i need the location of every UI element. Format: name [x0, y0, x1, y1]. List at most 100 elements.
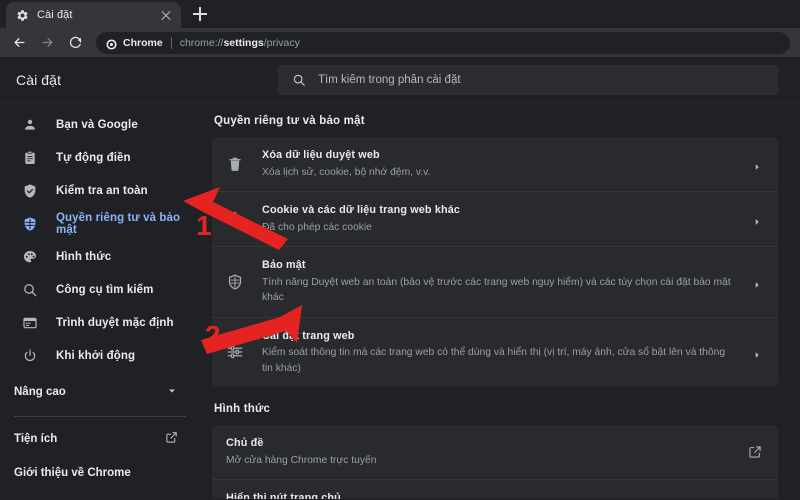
row-subtitle: Tính năng Duyệt web an toàn (bảo vệ trướ…: [262, 276, 731, 304]
row-show-home-button[interactable]: Hiển thị nút trang chủ Đã tắt: [212, 480, 778, 499]
sidebar-item-label: Công cụ tìm kiếm: [56, 284, 154, 296]
row-text: Cài đặt trang web Kiểm soát thông tin mà…: [262, 329, 738, 377]
shield-icon: [226, 273, 244, 291]
chevron-down-icon: [166, 385, 178, 400]
tab-settings[interactable]: Cài đặt: [6, 2, 181, 28]
sidebar-item-autofill[interactable]: Tự động điền: [0, 144, 200, 172]
sidebar-item-search-engine[interactable]: Công cụ tìm kiếm: [0, 276, 200, 304]
page-title: Cài đặt: [16, 71, 62, 88]
browser-window: Cài đặt Chrome chrome://settings/privacy…: [0, 0, 800, 500]
sidebar-item-label: Bạn và Google: [56, 119, 138, 131]
chevron-right-icon: [752, 159, 762, 170]
row-text: Xóa dữ liệu duyệt web Xóa lịch sử, cooki…: [262, 148, 738, 180]
omnibox-url: chrome://settings/privacy: [180, 37, 300, 49]
settings-main: Quyền riêng tư và bảo mật Xóa dữ liệu du…: [200, 103, 800, 499]
reload-icon: [68, 35, 83, 50]
arrow-right-icon: [40, 35, 55, 50]
trash-icon: [226, 155, 244, 173]
url-prefix: chrome://: [179, 36, 224, 49]
browser-window-icon: [22, 315, 38, 331]
search-icon: [292, 73, 306, 87]
sidebar-item-you-and-google[interactable]: Bạn và Google: [0, 111, 200, 139]
new-tab-button[interactable]: [187, 1, 213, 27]
gear-icon: [16, 9, 29, 22]
url-suffix: /privacy: [263, 36, 300, 49]
chevron-right-icon: [752, 214, 762, 226]
settings-search[interactable]: [278, 64, 778, 95]
sidebar-item-safety-check[interactable]: Kiểm tra an toàn: [0, 177, 200, 205]
chevron-right-icon: [752, 277, 762, 288]
row-site-settings[interactable]: Cài đặt trang web Kiểm soát thông tin mà…: [212, 318, 778, 388]
palette-icon: [22, 249, 38, 265]
row-title: Bảo mật: [262, 259, 306, 272]
shield-privacy-icon: [22, 216, 38, 232]
row-text: Cookie và các dữ liệu trang web khác Đã …: [262, 203, 738, 235]
tab-strip: Cài đặt: [0, 0, 800, 28]
section-title-privacy: Quyền riêng tư và bảo mật: [214, 115, 365, 127]
sidebar-item-label: Hình thức: [56, 251, 112, 263]
back-button[interactable]: [6, 30, 32, 56]
row-end[interactable]: [752, 214, 762, 226]
privacy-card: Xóa dữ liệu duyệt web Xóa lịch sử, cooki…: [212, 137, 778, 388]
shield-check-icon: [22, 183, 38, 199]
chrome-icon: [106, 37, 117, 50]
search-icon: [22, 282, 38, 298]
power-icon: [22, 348, 38, 364]
sidebar-item-default-browser[interactable]: Trình duyệt mặc định: [0, 309, 200, 337]
external-link-icon: [748, 445, 762, 459]
settings-page: Cài đặt Bạn và Google: [0, 57, 800, 500]
row-title: Cài đặt trang web: [262, 329, 355, 342]
row-text: Chủ đề Mở cửa hàng Chrome trực tuyến: [226, 436, 734, 468]
row-end[interactable]: [752, 277, 762, 288]
sidebar-item-label: Kiểm tra an toàn: [56, 185, 148, 197]
chevron-right-icon: [752, 347, 762, 359]
row-title: Xóa dữ liệu duyệt web: [262, 149, 380, 161]
row-subtitle: Mở cửa hàng Chrome trực tuyến: [226, 454, 377, 466]
forward-button[interactable]: [34, 30, 60, 56]
settings-sidebar: Bạn và Google Tự động điền Kiểm tra an t…: [0, 103, 200, 499]
settings-body: Bạn và Google Tự động điền Kiểm tra an t…: [0, 103, 800, 499]
sidebar-item-on-startup[interactable]: Khi khởi động: [0, 342, 200, 370]
row-title: Hiển thị nút trang chủ: [226, 492, 341, 499]
row-theme[interactable]: Chủ đề Mở cửa hàng Chrome trực tuyến: [212, 425, 778, 481]
sidebar-item-appearance[interactable]: Hình thức: [0, 243, 200, 271]
row-end[interactable]: [752, 159, 762, 170]
omnibox-separator: [170, 36, 172, 49]
row-cookies[interactable]: Cookie và các dữ liệu trang web khác Đã …: [212, 192, 778, 248]
tab-title: Cài đặt: [37, 9, 73, 21]
row-title: Cookie và các dữ liệu trang web khác: [262, 204, 461, 217]
search-input[interactable]: [318, 73, 764, 86]
sliders-icon: [226, 343, 244, 361]
sidebar-item-advanced[interactable]: Nâng cao: [0, 378, 200, 406]
sidebar-item-label: Trình duyệt mặc định: [56, 317, 174, 329]
section-title-appearance: Hình thức: [214, 403, 271, 416]
clipboard-icon: [22, 150, 38, 166]
row-clear-browsing-data[interactable]: Xóa dữ liệu duyệt web Xóa lịch sử, cooki…: [212, 137, 778, 193]
address-bar[interactable]: Chrome chrome://settings/privacy: [96, 31, 790, 54]
row-security[interactable]: Bảo mật Tính năng Duyệt web an toàn (bảo…: [212, 247, 778, 318]
sidebar-item-label: Tiện ích: [14, 433, 58, 445]
row-end[interactable]: [752, 347, 762, 359]
sidebar-advanced-label: Nâng cao: [14, 386, 66, 398]
sidebar-item-privacy-and-security[interactable]: Quyền riêng tư và bảo mật: [0, 210, 200, 238]
person-icon: [22, 117, 38, 133]
reload-button[interactable]: [62, 30, 88, 56]
external-link-icon: [165, 431, 178, 447]
url-bold: settings: [223, 36, 264, 49]
row-title: Chủ đề: [226, 437, 264, 450]
row-subtitle: Kiểm soát thông tin mà các trang web có …: [262, 347, 726, 374]
annotation-label-2: 2: [205, 320, 221, 351]
sidebar-item-label: Giới thiệu về Chrome: [14, 467, 131, 479]
sidebar-item-about-chrome[interactable]: Giới thiệu về Chrome: [0, 459, 200, 487]
sidebar-item-extensions[interactable]: Tiện ích: [0, 425, 200, 453]
sidebar-item-label: Tự động điền: [56, 152, 131, 164]
row-text: Hiển thị nút trang chủ Đã tắt: [226, 491, 720, 499]
sidebar-divider: [14, 416, 186, 417]
settings-header: Cài đặt: [0, 57, 800, 103]
sidebar-item-label: Quyền riêng tư và bảo mật: [56, 212, 181, 236]
row-end[interactable]: [748, 445, 762, 459]
omnibox-chip-label: Chrome: [123, 36, 163, 49]
row-subtitle: Đã cho phép các cookie: [262, 221, 372, 233]
close-icon[interactable]: [159, 8, 173, 22]
cookie-icon: [226, 210, 244, 228]
